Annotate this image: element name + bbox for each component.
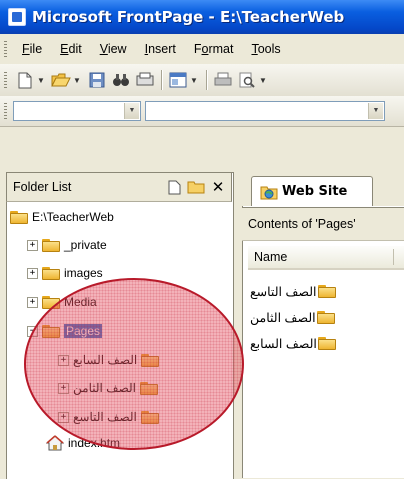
formatting-toolbar-grip[interactable] [4, 103, 7, 119]
list-item[interactable]: الصف السابع [248, 332, 404, 354]
folder-list-header: Folder List ✕ [6, 172, 232, 202]
web-component-dropdown-icon[interactable]: ▼ [190, 76, 198, 85]
tree-item-grade8[interactable]: + الصف الثامن [58, 377, 162, 399]
folder-icon [317, 284, 336, 298]
print-preview-icon[interactable] [237, 70, 257, 90]
chevron-down-icon[interactable]: ▼ [124, 103, 139, 119]
save-icon[interactable] [87, 70, 107, 90]
folder-icon [139, 381, 158, 395]
style-combobox[interactable]: ▼ [13, 101, 141, 121]
publish-icon[interactable] [135, 70, 155, 90]
chevron-down-icon[interactable]: ▼ [368, 103, 383, 119]
formatting-toolbar: ▼ ▼ [0, 96, 404, 127]
font-combobox[interactable]: ▼ [145, 101, 385, 121]
close-icon[interactable]: ✕ [209, 179, 227, 196]
expand-icon[interactable]: + [58, 382, 69, 394]
tree-item-images[interactable]: + images [27, 262, 103, 284]
list-item[interactable]: الصف الثامن [248, 306, 404, 328]
menu-insert[interactable]: Insert [136, 40, 185, 58]
search-icon[interactable] [111, 70, 131, 90]
menubar-grip[interactable] [4, 41, 7, 57]
expand-icon[interactable]: + [27, 296, 38, 308]
new-page-icon[interactable] [15, 70, 35, 90]
tree-item-index[interactable]: index.htm [45, 432, 121, 454]
tree-item-private[interactable]: + _private [27, 234, 107, 256]
tab-web-site[interactable]: Web Site [251, 176, 373, 206]
tab-web-site-label: Web Site [282, 184, 348, 199]
folder-icon [42, 266, 60, 280]
toolbar-separator-2 [206, 70, 207, 90]
folder-icon [42, 324, 60, 338]
menu-file[interactable]: File [13, 40, 51, 58]
contents-title: Contents of 'Pages' [248, 217, 356, 231]
file-name: الصف التاسع [250, 284, 317, 299]
expand-icon[interactable]: + [27, 239, 38, 251]
frontpage-app-icon[interactable] [8, 8, 26, 26]
standard-toolbar: ▼ ▼ ▼ ▼ [0, 64, 404, 97]
web-component-icon[interactable] [168, 70, 188, 90]
home-page-icon [45, 435, 65, 451]
print-preview-dropdown-icon[interactable]: ▼ [259, 76, 267, 85]
folder-icon [141, 353, 160, 367]
tree-item-label: _private [64, 238, 107, 252]
menu-format[interactable]: Format [185, 40, 243, 58]
open-dropdown-icon[interactable]: ▼ [73, 76, 81, 85]
new-page-dropdown-icon[interactable]: ▼ [37, 76, 45, 85]
menu-bar: File Edit View Insert Format Tools [0, 34, 404, 65]
toolbar-separator [161, 70, 162, 90]
file-name: الصف السابع [250, 336, 317, 351]
tree-root-label: E:\TeacherWeb [32, 210, 114, 224]
tree-item-label: images [64, 266, 103, 280]
expand-icon[interactable]: + [27, 267, 38, 279]
folder-icon [316, 310, 335, 324]
expand-icon[interactable]: + [58, 411, 69, 423]
folder-icon [140, 410, 159, 424]
expand-icon[interactable]: + [58, 354, 69, 366]
print-icon[interactable] [213, 70, 233, 90]
web-site-icon [260, 184, 278, 200]
toolbar-grip[interactable] [4, 72, 7, 88]
folder-list-title: Folder List [13, 180, 72, 194]
tree-item-media[interactable]: + Media [27, 291, 97, 313]
menu-edit[interactable]: Edit [51, 40, 91, 58]
tree-item-grade7[interactable]: + الصف السابع [58, 349, 163, 371]
column-divider[interactable] [393, 249, 394, 265]
column-header-name[interactable]: Name [248, 246, 404, 270]
menu-view[interactable]: View [91, 40, 136, 58]
tree-item-pages[interactable]: − Pages [27, 320, 103, 342]
window-title: Microsoft FrontPage - E:\TeacherWeb [32, 8, 345, 26]
new-folder-icon[interactable] [187, 179, 205, 195]
tree-item-label: index.htm [68, 436, 121, 450]
new-page-icon[interactable] [165, 179, 183, 195]
collapse-icon[interactable]: − [27, 325, 38, 337]
menu-tools[interactable]: Tools [242, 40, 289, 58]
folder-icon [42, 238, 60, 252]
open-folder-icon[interactable] [51, 70, 71, 90]
tree-item-label: الصف الثامن [73, 381, 136, 395]
tree-root[interactable]: E:\TeacherWeb [10, 206, 114, 228]
folder-icon [10, 210, 28, 224]
title-bar: Microsoft FrontPage - E:\TeacherWeb [0, 0, 404, 34]
tree-item-label: Media [64, 295, 97, 309]
tree-item-label: Pages [64, 324, 103, 338]
contents-bar: Contents of 'Pages' [242, 207, 404, 241]
tree-item-grade9[interactable]: + الصف التاسع [58, 406, 163, 428]
column-header-label: Name [254, 250, 288, 264]
file-name: الصف الثامن [250, 310, 316, 325]
tree-item-label: الصف السابع [73, 353, 138, 367]
tree-item-label: الصف التاسع [73, 410, 137, 424]
list-item[interactable]: الصف التاسع [248, 280, 404, 302]
folder-icon [317, 336, 336, 350]
folder-icon [42, 295, 60, 309]
